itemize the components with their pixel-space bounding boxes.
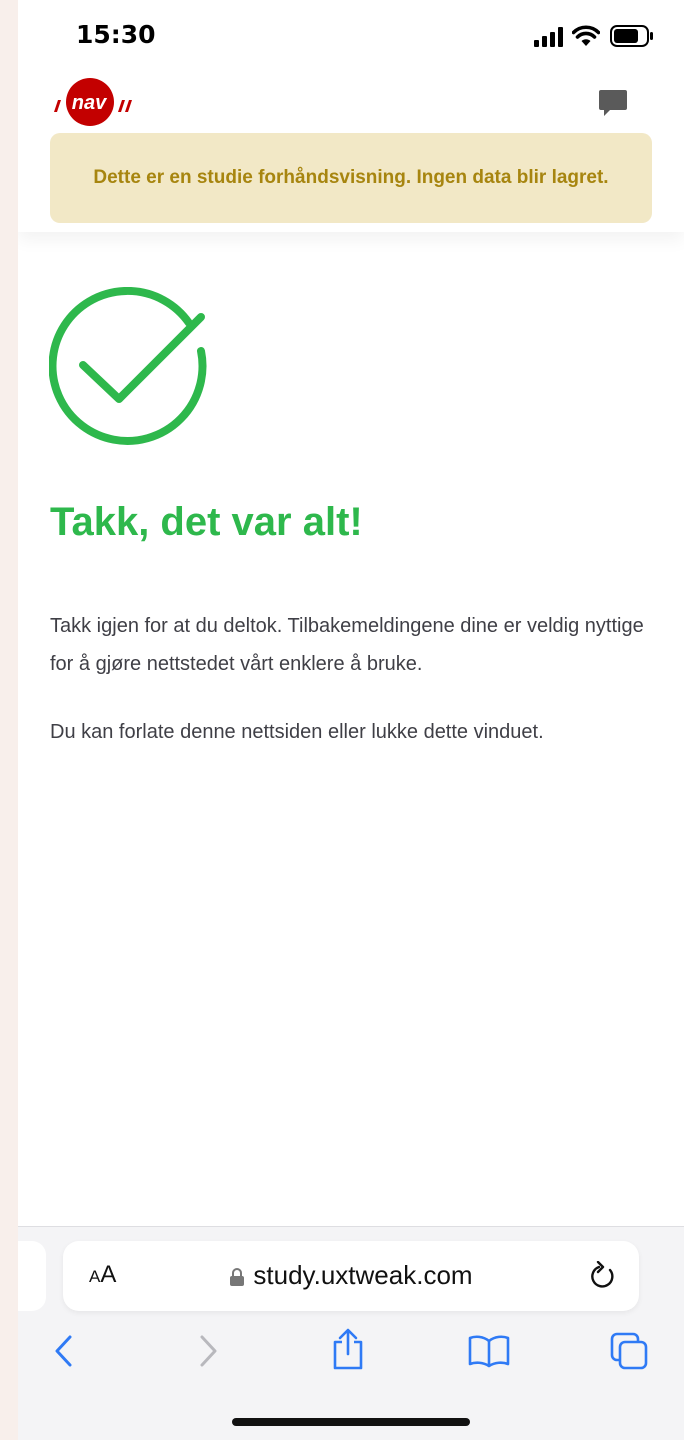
logo-text: nav	[72, 92, 108, 114]
screen: 15:30 nav Dette er en studie forhåndsvis…	[18, 0, 684, 1440]
checkmark-circle-icon	[49, 287, 207, 445]
leave-paragraph: Du kan forlate denne nettsiden eller luk…	[50, 721, 544, 743]
chat-icon[interactable]	[598, 88, 628, 118]
previous-tab-peek[interactable]	[18, 1241, 46, 1311]
wifi-icon	[572, 25, 600, 46]
lock-icon	[230, 1268, 245, 1287]
thanks-paragraph: Takk igjen for at du deltok. Tilbakemeld…	[50, 615, 644, 675]
url-display[interactable]: study.uxtweak.com	[63, 1260, 639, 1291]
tabs-icon[interactable]	[610, 1332, 648, 1370]
status-icons	[534, 24, 654, 50]
page-title: Takk, det var alt!	[50, 500, 363, 544]
nav-logo: nav	[54, 78, 132, 126]
home-indicator	[232, 1418, 470, 1426]
address-bar[interactable]: AA study.uxtweak.com	[63, 1241, 639, 1311]
signal-icon	[534, 27, 563, 47]
back-icon[interactable]	[52, 1334, 76, 1368]
battery-icon	[610, 25, 653, 47]
url-text: study.uxtweak.com	[253, 1260, 473, 1290]
bookmarks-icon[interactable]	[468, 1334, 510, 1368]
share-icon[interactable]	[330, 1328, 366, 1370]
forward-icon[interactable]	[196, 1334, 220, 1368]
status-time: 15:30	[76, 20, 156, 49]
preview-banner: Dette er en studie forhåndsvisning. Inge…	[50, 133, 652, 223]
header: 15:30 nav Dette er en studie forhåndsvis…	[18, 0, 684, 232]
reload-icon[interactable]	[589, 1261, 617, 1291]
banner-text: Dette er en studie forhåndsvisning. Inge…	[93, 167, 609, 188]
